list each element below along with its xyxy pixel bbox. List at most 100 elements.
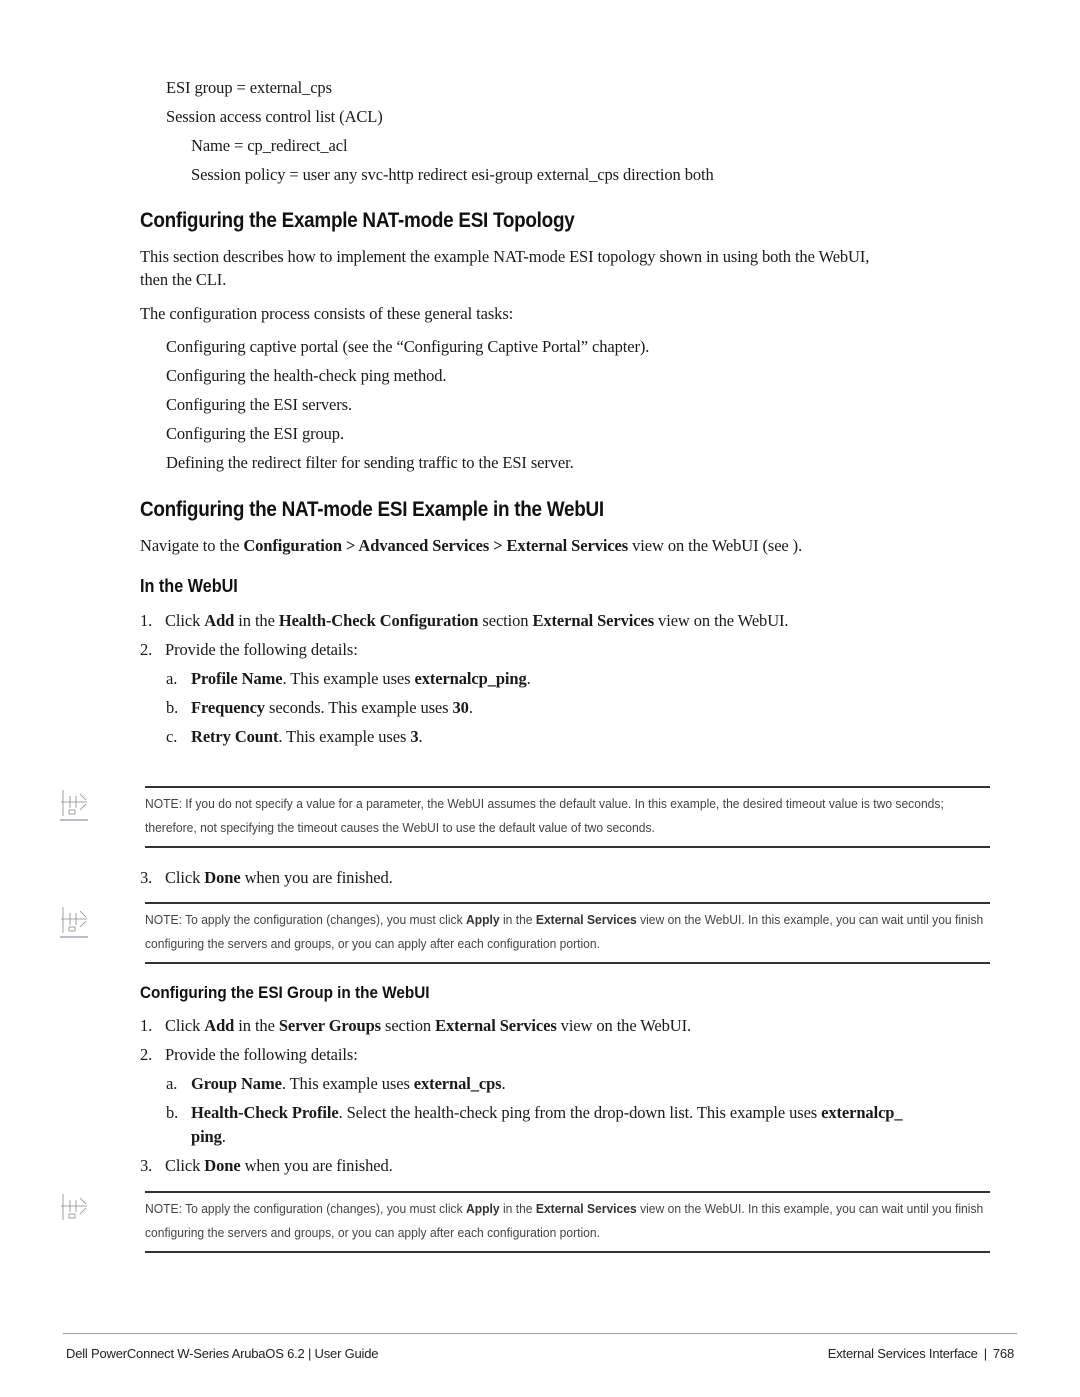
note-apply-configuration: NOTE: To apply the configuration (change… bbox=[145, 1191, 990, 1253]
ui-term-add: Add bbox=[204, 611, 235, 630]
detail-end: . bbox=[418, 727, 423, 746]
intro-paragraph-line1: This section describes how to implement … bbox=[140, 247, 870, 266]
detail-end: . bbox=[468, 698, 473, 717]
note-text-part: in the bbox=[499, 912, 536, 927]
note-default-value: NOTE: If you do not specify a value for … bbox=[145, 786, 990, 848]
task-item: Configuring captive portal (see the “Con… bbox=[166, 337, 650, 356]
ui-term-apply: Apply bbox=[465, 912, 500, 927]
section-heading-topology: Configuring the Example NAT-mode ESI Top… bbox=[140, 209, 575, 232]
example-value: externalcp_ bbox=[821, 1103, 903, 1122]
ui-term-done: Done bbox=[204, 1156, 241, 1175]
step-text: Click bbox=[165, 868, 205, 887]
subheading-in-the-webui: In the WebUI bbox=[140, 576, 238, 596]
example-value: 30 bbox=[452, 698, 469, 717]
detail-item-retry-count: c. Retry Count. This example uses 3. bbox=[166, 727, 423, 747]
step-number: 2. bbox=[140, 640, 153, 659]
step-3: 3. Click Done when you are finished. bbox=[140, 1156, 393, 1176]
ui-term-external-services: External Services bbox=[435, 1016, 557, 1035]
nav-separator: > bbox=[341, 536, 359, 555]
footer-document-title: Dell PowerConnect W-Series ArubaOS 6.2 |… bbox=[66, 1346, 379, 1361]
note-text: NOTE: To apply the configuration (change… bbox=[145, 908, 994, 956]
footer-divider bbox=[63, 1333, 1017, 1334]
step-number: 2. bbox=[140, 1045, 153, 1064]
nav-suffix: view on the WebUI (see ). bbox=[628, 536, 803, 555]
step-text: Provide the following details: bbox=[165, 640, 358, 659]
step-3: 3. Click Done when you are finished. bbox=[140, 868, 393, 888]
acl-name-line: Name = cp_redirect_acl bbox=[191, 136, 348, 155]
task-item: Configuring the health-check ping method… bbox=[166, 366, 447, 385]
acl-label-line: Session access control list (ACL) bbox=[166, 107, 383, 126]
detail-letter: b. bbox=[166, 698, 179, 717]
detail-item-health-check-profile: b. Health-Check Profile. Select the healt… bbox=[166, 1103, 903, 1123]
ui-term-external-services: External Services bbox=[535, 912, 637, 927]
step-text: when you are finished. bbox=[240, 1156, 393, 1175]
example-value: ping bbox=[191, 1127, 222, 1146]
nav-path-configuration: Configuration bbox=[243, 536, 342, 555]
nav-separator: > bbox=[489, 536, 507, 555]
intro-paragraph-line2: then the CLI. bbox=[140, 270, 227, 289]
step-1: 1. Click Add in the Server Groups section… bbox=[140, 1016, 691, 1036]
page-number: 768 bbox=[992, 1346, 1014, 1361]
note-apply-configuration: NOTE: To apply the configuration (change… bbox=[145, 902, 990, 964]
example-value: externalcp_ping bbox=[414, 669, 527, 688]
step-2: 2. Provide the following details: bbox=[140, 640, 358, 660]
nav-path-advanced-services: Advanced Services bbox=[358, 536, 490, 555]
note-icon bbox=[60, 1190, 88, 1226]
navigation-instruction: Navigate to the Configuration > Advanced… bbox=[140, 536, 802, 556]
step-number: 3. bbox=[140, 1156, 153, 1175]
step-text: Click bbox=[165, 1156, 205, 1175]
step-number: 3. bbox=[140, 868, 153, 887]
note-text-part: NOTE: To apply the configuration (change… bbox=[145, 912, 466, 927]
field-name: Group Name bbox=[191, 1074, 282, 1093]
detail-letter: c. bbox=[166, 727, 178, 746]
field-name: Health-Check Profile bbox=[191, 1103, 339, 1122]
detail-text: . Select the health-check ping from the … bbox=[338, 1103, 822, 1122]
ui-term-external-services: External Services bbox=[532, 611, 655, 630]
step-number: 1. bbox=[140, 1016, 153, 1035]
step-text: in the bbox=[234, 611, 279, 630]
note-text-part: in the bbox=[499, 1201, 536, 1216]
ui-term-apply: Apply bbox=[465, 1201, 500, 1216]
step-text: when you are finished. bbox=[240, 868, 393, 887]
detail-text: . This example uses bbox=[281, 1074, 414, 1093]
footer-separator: | bbox=[983, 1346, 987, 1361]
ui-term-done: Done bbox=[204, 868, 241, 887]
detail-item-profile-name: a. Profile Name. This example uses extern… bbox=[166, 669, 531, 689]
step-text: Click bbox=[165, 611, 205, 630]
section-heading-webui-example: Configuring the NAT-mode ESI Example in … bbox=[140, 498, 604, 521]
ui-term-add: Add bbox=[204, 1016, 235, 1035]
detail-item-group-name: a. Group Name. This example uses external… bbox=[166, 1074, 506, 1094]
step-text: Click bbox=[165, 1016, 205, 1035]
detail-letter: a. bbox=[166, 669, 178, 688]
ui-term-external-services: External Services bbox=[535, 1201, 637, 1216]
field-name: Profile Name bbox=[191, 669, 283, 688]
subheading-esi-group: Configuring the ESI Group in the WebUI bbox=[140, 983, 430, 1002]
ui-term-health-check-configuration: Health-Check Configuration bbox=[278, 611, 479, 630]
example-value: external_cps bbox=[413, 1074, 502, 1093]
nav-path-external-services: External Services bbox=[506, 536, 629, 555]
detail-text: . This example uses bbox=[278, 727, 411, 746]
detail-end: . bbox=[526, 669, 531, 688]
note-text: NOTE: If you do not specify a value for … bbox=[145, 796, 944, 835]
detail-letter: b. bbox=[166, 1103, 179, 1122]
document-page: ESI group = external_cps Session access … bbox=[0, 0, 1080, 1397]
detail-end: . bbox=[501, 1074, 506, 1093]
task-item: Configuring the ESI group. bbox=[166, 424, 344, 443]
field-name: Retry Count bbox=[191, 727, 279, 746]
task-item: Defining the redirect filter for sending… bbox=[166, 453, 574, 472]
session-policy-line: Session policy = user any svc-http redir… bbox=[191, 165, 714, 184]
step-text: Provide the following details: bbox=[165, 1045, 358, 1064]
esi-group-line: ESI group = external_cps bbox=[166, 78, 332, 97]
detail-end: . bbox=[221, 1127, 226, 1146]
note-text-part: NOTE: To apply the configuration (change… bbox=[145, 1201, 466, 1216]
step-2: 2. Provide the following details: bbox=[140, 1045, 358, 1065]
note-icon bbox=[60, 786, 88, 822]
footer-page-info: External Services Interface | 768 bbox=[828, 1346, 1014, 1361]
footer-chapter-title: External Services Interface bbox=[827, 1346, 978, 1361]
step-1: 1. Click Add in the Health-Check Configur… bbox=[140, 611, 789, 631]
step-text: view on the WebUI. bbox=[654, 611, 789, 630]
tasks-intro: The configuration process consists of th… bbox=[140, 304, 514, 323]
nav-prefix: Navigate to the bbox=[140, 536, 244, 555]
note-icon bbox=[60, 903, 88, 939]
step-number: 1. bbox=[140, 611, 153, 630]
